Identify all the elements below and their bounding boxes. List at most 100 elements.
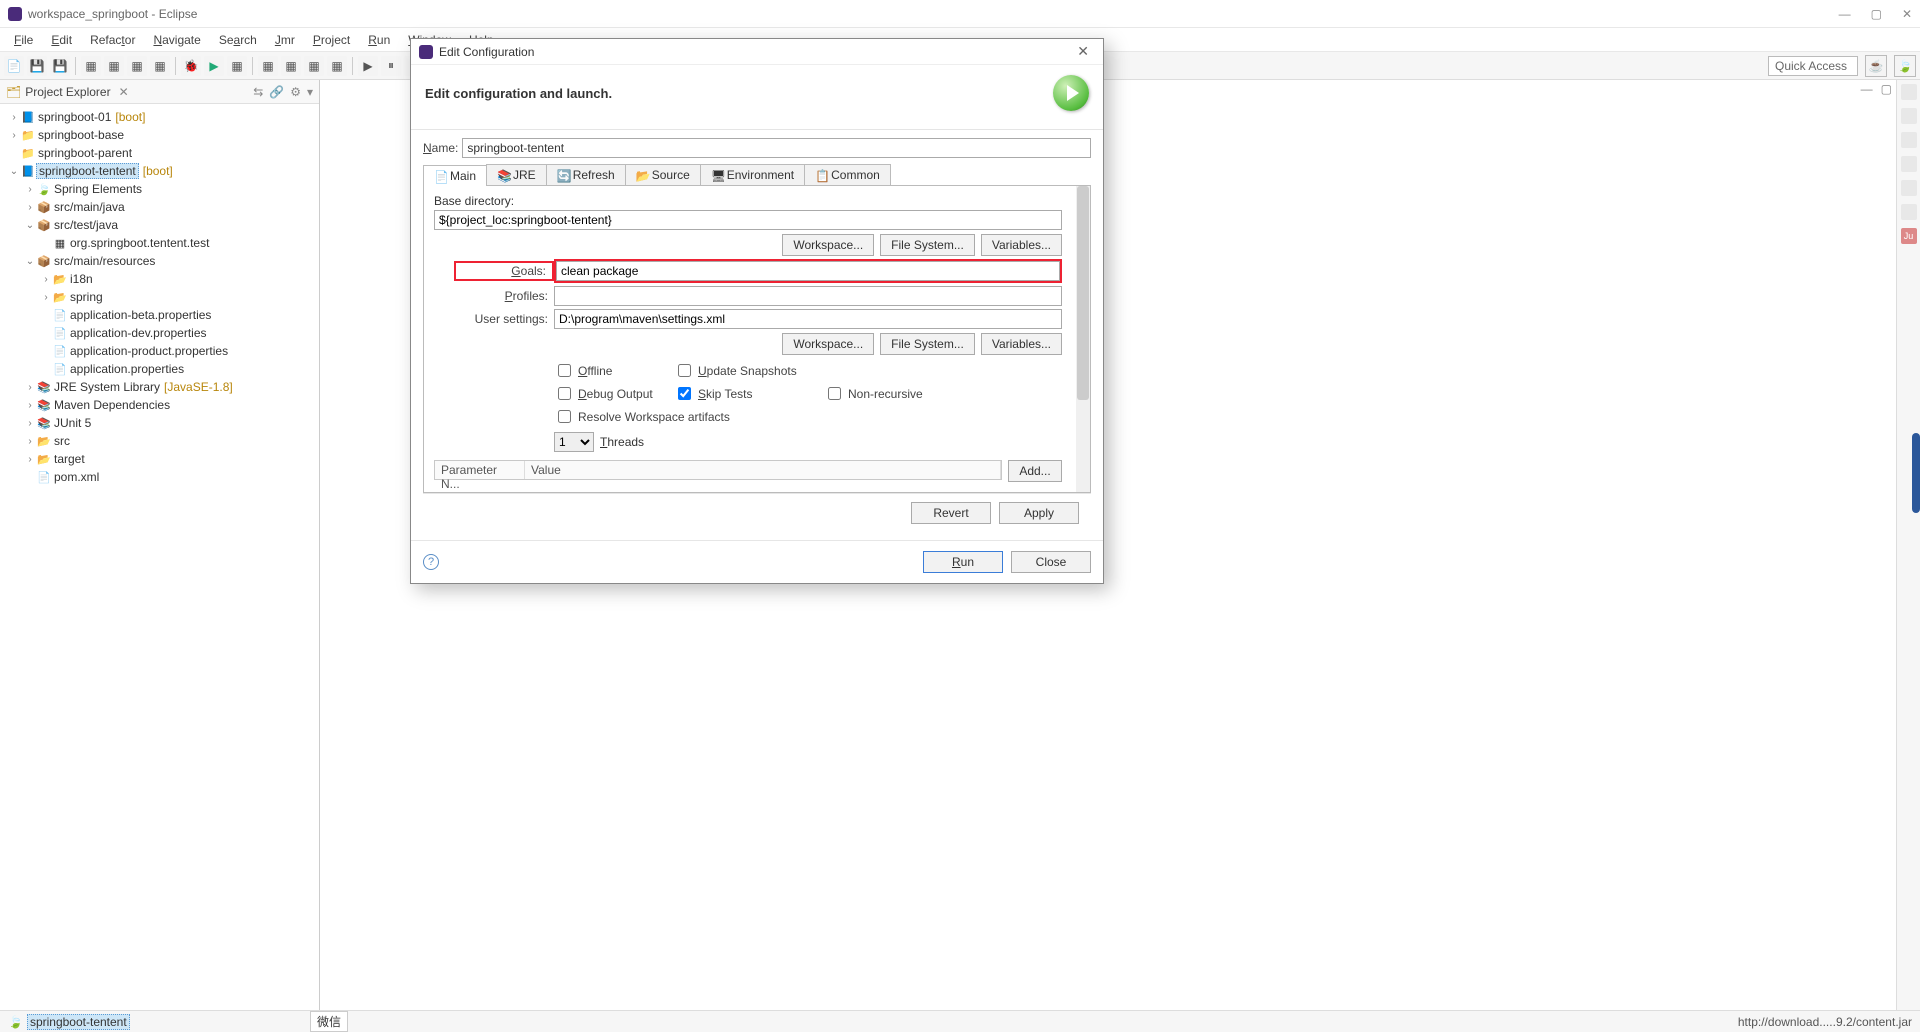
link-editor-icon[interactable]: 🔗 bbox=[269, 85, 284, 99]
tree-row[interactable]: ›📂target bbox=[0, 450, 319, 468]
menu-jmr[interactable]: Jmr bbox=[267, 31, 303, 49]
close-window-button[interactable]: ✕ bbox=[1902, 7, 1912, 21]
new-button-icon[interactable]: 📄 bbox=[4, 56, 24, 76]
tb-icon[interactable]: ▶ bbox=[358, 56, 378, 76]
tree-twisty-icon[interactable]: ⌄ bbox=[24, 256, 36, 267]
junit-icon[interactable]: Ju bbox=[1901, 228, 1917, 244]
tree-twisty-icon[interactable]: › bbox=[24, 418, 36, 429]
tree-twisty-icon[interactable]: › bbox=[8, 130, 20, 141]
tree-row[interactable]: ›📂i18n bbox=[0, 270, 319, 288]
resolve-workspace-checkbox[interactable]: Resolve Workspace artifacts bbox=[554, 407, 944, 426]
variables-button-2[interactable]: Variables... bbox=[981, 333, 1062, 355]
goals-input[interactable] bbox=[556, 261, 1060, 281]
revert-button[interactable]: Revert bbox=[911, 502, 991, 524]
maximize-view-icon[interactable]: ▢ bbox=[1881, 82, 1892, 96]
tree-row[interactable]: 📄application.properties bbox=[0, 360, 319, 378]
tb-icon[interactable]: ▦ bbox=[104, 56, 124, 76]
maximize-button[interactable]: ▢ bbox=[1871, 7, 1882, 21]
profiles-input[interactable] bbox=[554, 286, 1062, 306]
tree-row[interactable]: ›📂src bbox=[0, 432, 319, 450]
properties-icon[interactable] bbox=[1901, 180, 1917, 196]
right-scroll-handle[interactable] bbox=[1912, 433, 1920, 513]
tab-environment[interactable]: 🖥Environment bbox=[700, 164, 805, 185]
menu-run[interactable]: Run bbox=[360, 31, 398, 49]
tab-refresh[interactable]: 🔄Refresh bbox=[546, 164, 626, 185]
tree-row[interactable]: 📄application-dev.properties bbox=[0, 324, 319, 342]
tb-icon[interactable]: ▦ bbox=[304, 56, 324, 76]
run-icon[interactable]: ▶ bbox=[204, 56, 224, 76]
tab-main[interactable]: 📄Main bbox=[423, 165, 487, 186]
tb-icon[interactable]: ▦ bbox=[281, 56, 301, 76]
minimize-button[interactable]: — bbox=[1839, 7, 1851, 21]
tree-row[interactable]: ▦org.springboot.tentent.test bbox=[0, 234, 319, 252]
tb-icon[interactable]: ▦ bbox=[81, 56, 101, 76]
update-snapshots-checkbox[interactable]: Update Snapshots bbox=[674, 361, 824, 380]
project-tree[interactable]: ›📘springboot-01[boot]›📁springboot-base📁s… bbox=[0, 104, 319, 1010]
dialog-close-icon[interactable]: ✕ bbox=[1071, 43, 1095, 60]
focus-icon[interactable]: ⚙ bbox=[290, 85, 301, 99]
tree-row[interactable]: ›🍃Spring Elements bbox=[0, 180, 319, 198]
debug-icon[interactable]: 🐞 bbox=[181, 56, 201, 76]
apply-button[interactable]: Apply bbox=[999, 502, 1079, 524]
close-button[interactable]: Close bbox=[1011, 551, 1091, 573]
threads-select[interactable]: 1 bbox=[554, 432, 594, 452]
tb-icon[interactable]: ⏸ bbox=[381, 56, 401, 76]
save-all-icon[interactable]: 💾 bbox=[50, 56, 70, 76]
menu-search[interactable]: Search bbox=[211, 31, 265, 49]
tree-row[interactable]: ›📘springboot-01[boot] bbox=[0, 108, 319, 126]
base-directory-input[interactable] bbox=[434, 210, 1062, 230]
tab-common[interactable]: 📋Common bbox=[804, 164, 891, 185]
status-ime-indicator[interactable]: 微信 bbox=[310, 1011, 348, 1032]
dialog-titlebar[interactable]: Edit Configuration ✕ bbox=[411, 39, 1103, 65]
tb-icon[interactable]: ▦ bbox=[227, 56, 247, 76]
help-icon[interactable]: ? bbox=[423, 554, 439, 570]
view-menu-icon[interactable]: ▾ bbox=[307, 85, 313, 99]
tree-row[interactable]: 📁springboot-parent bbox=[0, 144, 319, 162]
tree-row[interactable]: ›📁springboot-base bbox=[0, 126, 319, 144]
quick-access-input[interactable]: Quick Access bbox=[1768, 56, 1858, 76]
markers-icon[interactable] bbox=[1901, 156, 1917, 172]
tb-icon[interactable]: ▦ bbox=[258, 56, 278, 76]
tree-twisty-icon[interactable]: › bbox=[24, 184, 36, 195]
offline-checkbox[interactable]: Offline bbox=[554, 361, 674, 380]
perspective-spring-icon[interactable]: 🍃 bbox=[1894, 55, 1916, 77]
tree-row[interactable]: 📄application-beta.properties bbox=[0, 306, 319, 324]
save-button-icon[interactable]: 💾 bbox=[27, 56, 47, 76]
tree-row[interactable]: ›📚JRE System Library[JavaSE-1.8] bbox=[0, 378, 319, 396]
tree-twisty-icon[interactable]: › bbox=[24, 202, 36, 213]
tree-twisty-icon[interactable]: ⌄ bbox=[8, 166, 20, 177]
add-parameter-button[interactable]: Add... bbox=[1008, 460, 1062, 482]
name-input[interactable] bbox=[462, 138, 1091, 158]
run-button[interactable]: Run bbox=[923, 551, 1003, 573]
tree-row[interactable]: 📄pom.xml bbox=[0, 468, 319, 486]
task-list-icon[interactable] bbox=[1901, 108, 1917, 124]
tb-icon[interactable]: ▦ bbox=[327, 56, 347, 76]
debug-output-checkbox[interactable]: Debug Output bbox=[554, 384, 674, 403]
tree-twisty-icon[interactable]: › bbox=[24, 382, 36, 393]
tree-twisty-icon[interactable]: › bbox=[24, 436, 36, 447]
tree-row[interactable]: ⌄📦src/test/java bbox=[0, 216, 319, 234]
tree-twisty-icon[interactable]: › bbox=[40, 292, 52, 303]
tree-row[interactable]: ›📚Maven Dependencies bbox=[0, 396, 319, 414]
tab-jre[interactable]: 📚JRE bbox=[486, 164, 547, 185]
tree-row[interactable]: ›📦src/main/java bbox=[0, 198, 319, 216]
tab-source[interactable]: 📂Source bbox=[625, 164, 701, 185]
menu-refactor[interactable]: Refactor bbox=[82, 31, 143, 49]
workspace-button[interactable]: Workspace... bbox=[782, 234, 874, 256]
tree-twisty-icon[interactable]: › bbox=[24, 400, 36, 411]
perspective-java-icon[interactable]: ☕ bbox=[1865, 55, 1887, 77]
boot-dash-icon[interactable] bbox=[1901, 132, 1917, 148]
menu-project[interactable]: Project bbox=[305, 31, 358, 49]
tree-row[interactable]: ⌄📦src/main/resources bbox=[0, 252, 319, 270]
tree-twisty-icon[interactable]: › bbox=[8, 112, 20, 123]
menu-file[interactable]: File bbox=[6, 31, 41, 49]
filesystem-button-2[interactable]: File System... bbox=[880, 333, 975, 355]
menu-edit[interactable]: Edit bbox=[43, 31, 80, 49]
minimize-view-icon[interactable]: — bbox=[1861, 82, 1873, 96]
tb-icon[interactable]: ▦ bbox=[150, 56, 170, 76]
user-settings-input[interactable] bbox=[554, 309, 1062, 329]
collapse-all-icon[interactable]: ⇆ bbox=[253, 85, 263, 99]
panel-scrollbar[interactable] bbox=[1076, 186, 1090, 492]
filesystem-button[interactable]: File System... bbox=[880, 234, 975, 256]
tree-row[interactable]: ›📂spring bbox=[0, 288, 319, 306]
